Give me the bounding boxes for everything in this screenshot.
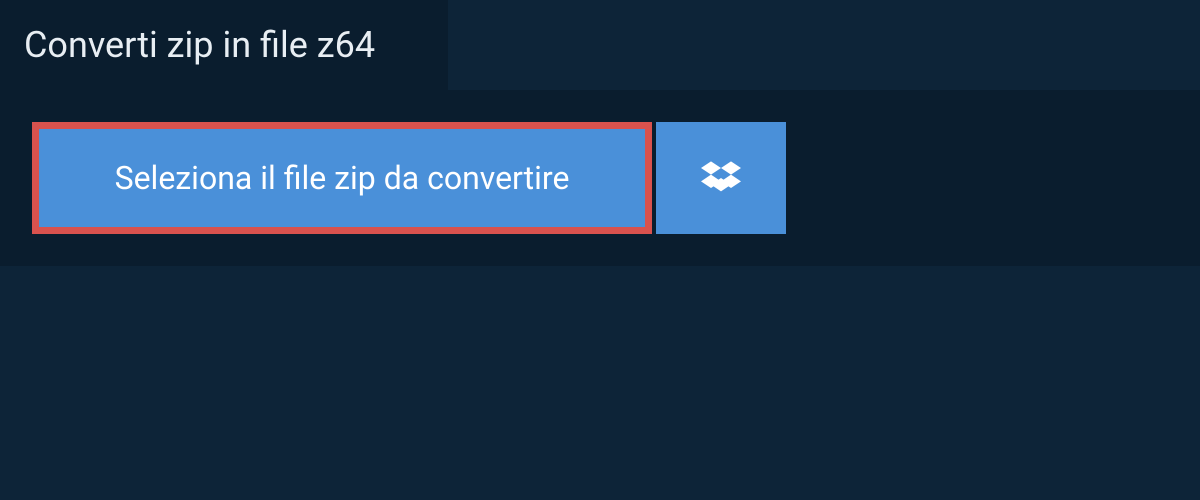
button-row: Seleziona il file zip da convertire <box>32 122 1168 234</box>
page-title: Converti zip in file z64 <box>24 24 408 66</box>
dropbox-icon <box>701 158 741 198</box>
upload-area: Seleziona il file zip da convertire <box>0 90 1200 266</box>
select-file-label: Seleziona il file zip da convertire <box>115 159 570 197</box>
tab-header: Converti zip in file z64 <box>0 0 448 90</box>
dropbox-button[interactable] <box>656 122 786 234</box>
select-file-button[interactable]: Seleziona il file zip da convertire <box>32 122 652 234</box>
